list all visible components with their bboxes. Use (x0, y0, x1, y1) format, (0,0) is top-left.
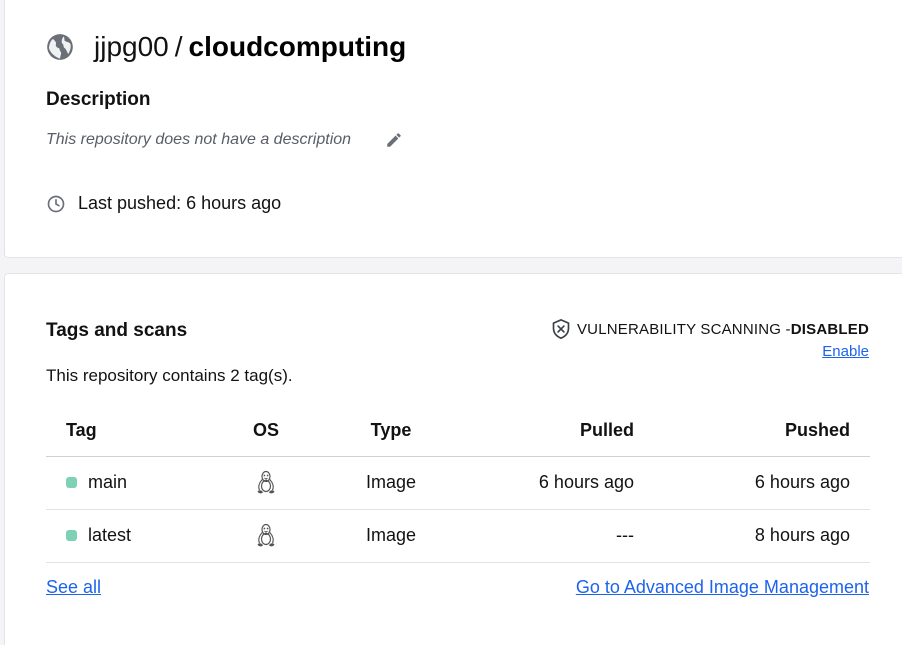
column-header-pushed: Pushed (654, 405, 870, 457)
pulled-cell: 6 hours ago (476, 456, 654, 510)
column-header-pulled: Pulled (476, 405, 654, 457)
tag-status-dot (66, 477, 77, 488)
column-header-type: Type (306, 405, 476, 457)
tag-name-link[interactable]: latest (88, 525, 131, 546)
clock-icon (46, 194, 66, 214)
last-pushed-row: Last pushed: 6 hours ago (46, 193, 281, 214)
pushed-cell: 8 hours ago (654, 509, 870, 563)
column-header-tag: Tag (46, 405, 226, 457)
enable-scanning-link[interactable]: Enable (822, 343, 869, 360)
repository-name: cloudcomputing (188, 31, 407, 62)
repository-title: jjpg00 / cloudcomputing (46, 31, 406, 63)
see-all-link[interactable]: See all (46, 577, 101, 598)
table-row: latest Image --- 8 hours ago (46, 509, 870, 563)
title-separator: / (174, 31, 183, 62)
table-row: main Image 6 hours ago 6 hours ago (46, 456, 870, 510)
tags-table: Tag OS Type Pulled Pushed main Image 6 h… (46, 405, 870, 563)
tag-count-text: This repository contains 2 tag(s). (46, 366, 293, 385)
shield-x-icon (551, 318, 571, 340)
globe-icon (46, 33, 74, 61)
table-header-row: Tag OS Type Pulled Pushed (46, 405, 870, 457)
tags-heading: Tags and scans (46, 320, 188, 341)
type-cell: Image (306, 456, 476, 510)
last-pushed-text: Last pushed: 6 hours ago (78, 193, 282, 213)
vulnerability-status: DISABLED (790, 320, 869, 338)
tags-and-scans-card: Tags and scans VULNERABILITY SCANNING - … (4, 273, 902, 645)
vulnerability-label: VULNERABILITY SCANNING - (576, 320, 791, 338)
tag-name-link[interactable]: main (88, 472, 127, 493)
tag-cell: main (66, 472, 206, 493)
repository-overview-card: jjpg00 / cloudcomputing Description This… (4, 0, 902, 258)
column-header-os: OS (226, 405, 306, 457)
tag-cell: latest (66, 525, 206, 546)
linux-icon (255, 523, 277, 549)
description-row: This repository does not have a descript… (46, 131, 403, 149)
type-cell: Image (306, 509, 476, 563)
pulled-cell: --- (476, 509, 654, 563)
pencil-icon[interactable] (385, 131, 403, 149)
tag-status-dot (66, 530, 77, 541)
linux-icon (255, 470, 277, 496)
description-heading: Description (46, 89, 151, 110)
vulnerability-scanning-status: VULNERABILITY SCANNING - DISABLED (551, 318, 869, 340)
description-text: This repository does not have a descript… (46, 131, 352, 148)
repository-owner[interactable]: jjpg00 (94, 31, 169, 63)
advanced-image-management-link[interactable]: Go to Advanced Image Management (576, 577, 869, 598)
pushed-cell: 6 hours ago (654, 456, 870, 510)
